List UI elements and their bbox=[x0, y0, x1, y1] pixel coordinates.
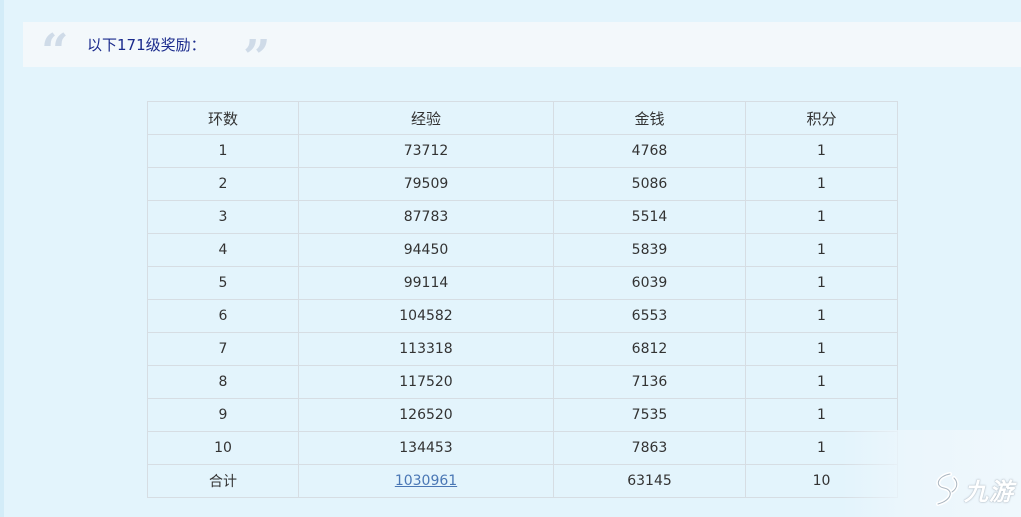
header-exp: 经验 bbox=[298, 101, 554, 135]
cell-exp: 79509 bbox=[298, 167, 554, 201]
header-round: 环数 bbox=[147, 101, 299, 135]
cell-exp: 94450 bbox=[298, 233, 554, 267]
cell-exp: 134453 bbox=[298, 431, 554, 465]
cell-exp: 126520 bbox=[298, 398, 554, 432]
total-exp-link[interactable]: 1030961 bbox=[395, 473, 457, 489]
cell-points: 1 bbox=[745, 200, 898, 234]
open-quote-icon: “ bbox=[41, 24, 69, 80]
cell-points: 1 bbox=[745, 398, 898, 432]
cell-money: 6039 bbox=[553, 266, 746, 300]
cell-exp: 113318 bbox=[298, 332, 554, 366]
cell-round: 4 bbox=[147, 233, 299, 267]
table-row: 9 126520 7535 1 bbox=[147, 398, 898, 432]
cell-points: 1 bbox=[745, 332, 898, 366]
table-total-row: 合计 1030961 63145 10 bbox=[147, 464, 898, 498]
cell-round: 3 bbox=[147, 200, 299, 234]
cell-points: 1 bbox=[745, 233, 898, 267]
cell-money: 7136 bbox=[553, 365, 746, 399]
total-money: 63145 bbox=[553, 464, 746, 498]
cell-money: 5839 bbox=[553, 233, 746, 267]
quote-text: 以下171级奖励： bbox=[87, 36, 206, 54]
cell-money: 5514 bbox=[553, 200, 746, 234]
cell-points: 1 bbox=[745, 167, 898, 201]
cell-money: 7863 bbox=[553, 431, 746, 465]
cell-round: 5 bbox=[147, 266, 299, 300]
table-row: 1 73712 4768 1 bbox=[147, 134, 898, 168]
cell-round: 2 bbox=[147, 167, 299, 201]
cell-points: 1 bbox=[745, 134, 898, 168]
cell-points: 1 bbox=[745, 299, 898, 333]
quote-block: “ 以下171级奖励： ” bbox=[23, 22, 1021, 82]
cell-money: 5086 bbox=[553, 167, 746, 201]
cell-round: 1 bbox=[147, 134, 299, 168]
watermark: 九游 bbox=[842, 430, 1021, 517]
cell-exp: 104582 bbox=[298, 299, 554, 333]
table-row: 6 104582 6553 1 bbox=[147, 299, 898, 333]
cell-exp: 99114 bbox=[298, 266, 554, 300]
cell-round: 7 bbox=[147, 332, 299, 366]
cell-points: 1 bbox=[745, 266, 898, 300]
table-header-row: 环数 经验 金钱 积分 bbox=[147, 101, 898, 135]
cell-exp: 73712 bbox=[298, 134, 554, 168]
cell-round: 8 bbox=[147, 365, 299, 399]
header-money: 金钱 bbox=[553, 101, 746, 135]
cell-round: 6 bbox=[147, 299, 299, 333]
cell-money: 6553 bbox=[553, 299, 746, 333]
cell-round: 9 bbox=[147, 398, 299, 432]
cell-points: 1 bbox=[745, 365, 898, 399]
table-row: 8 117520 7136 1 bbox=[147, 365, 898, 399]
header-points: 积分 bbox=[745, 101, 898, 135]
total-exp-cell: 1030961 bbox=[298, 464, 554, 498]
table-row: 5 99114 6039 1 bbox=[147, 266, 898, 300]
watermark-text: 九游 bbox=[964, 478, 1014, 506]
table-row: 2 79509 5086 1 bbox=[147, 167, 898, 201]
left-border-rule bbox=[0, 0, 4, 517]
cell-round: 10 bbox=[147, 431, 299, 465]
close-quote-icon: ” bbox=[243, 30, 271, 86]
cell-money: 6812 bbox=[553, 332, 746, 366]
table-row: 10 134453 7863 1 bbox=[147, 431, 898, 465]
cell-money: 7535 bbox=[553, 398, 746, 432]
table-row: 7 113318 6812 1 bbox=[147, 332, 898, 366]
table-row: 4 94450 5839 1 bbox=[147, 233, 898, 267]
cell-exp: 87783 bbox=[298, 200, 554, 234]
jiuyou-logo-icon bbox=[936, 472, 959, 506]
rewards-table: 环数 经验 金钱 积分 1 73712 4768 1 2 79509 5086 … bbox=[147, 101, 898, 498]
total-label: 合计 bbox=[147, 464, 299, 498]
cell-money: 4768 bbox=[553, 134, 746, 168]
table-row: 3 87783 5514 1 bbox=[147, 200, 898, 234]
cell-exp: 117520 bbox=[298, 365, 554, 399]
